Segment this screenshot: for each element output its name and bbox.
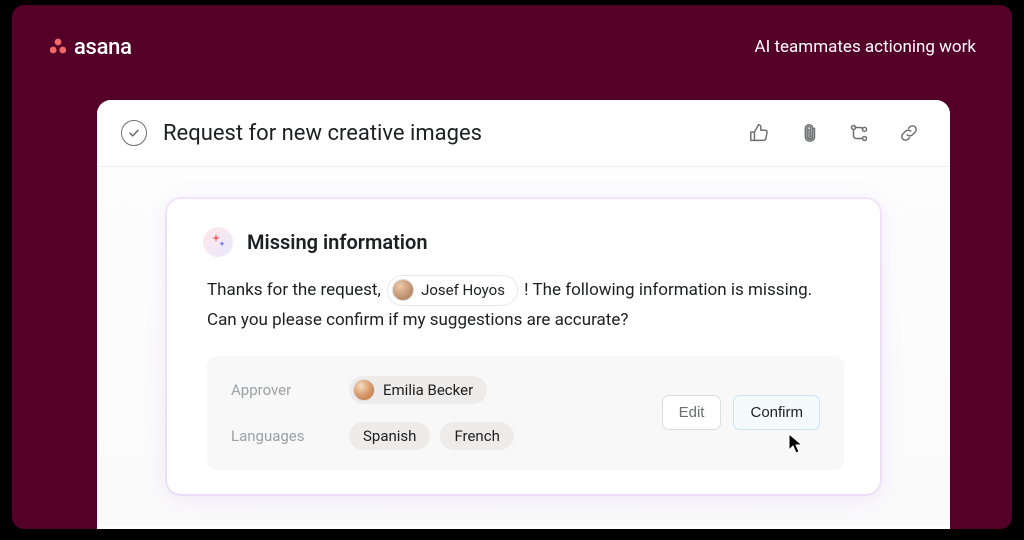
task-header-left: Request for new creative images [121,120,482,146]
ai-suggestion-card: Missing information Thanks for the reque… [167,199,880,494]
language-pill[interactable]: Spanish [349,422,430,450]
suggestion-actions: Edit Confirm [662,395,820,430]
avatar-icon [353,379,375,401]
subtask-icon[interactable] [848,122,870,144]
ai-card-header: Missing information [203,227,844,257]
approver-name: Emilia Becker [383,381,473,399]
languages-label: Languages [231,427,349,445]
approver-chip[interactable]: Emilia Becker [349,376,487,404]
task-actions [748,122,920,144]
approver-value: Emilia Becker [349,376,487,404]
like-icon[interactable] [748,122,770,144]
approver-row: Approver Emilia Becker [231,376,514,404]
mention-chip[interactable]: Josef Hoyos [387,275,518,306]
avatar-icon [392,279,414,301]
link-icon[interactable] [898,122,920,144]
suggestion-fields: Approver Emilia Becker Languages [231,376,514,450]
task-panel: Request for new creative images [97,100,950,529]
edit-button[interactable]: Edit [662,395,722,430]
complete-task-icon[interactable] [121,120,147,146]
task-title: Request for new creative images [163,121,482,146]
top-bar: asana AI teammates actioning work [12,5,1012,69]
ai-card-message: Thanks for the request, Josef Hoyos ! Th… [207,275,844,334]
app-frame: asana AI teammates actioning work Reques… [12,5,1012,529]
approver-label: Approver [231,381,349,399]
greeting-pre: Thanks for the request, [207,280,385,300]
sparkle-icon [203,227,233,257]
confirm-button[interactable]: Confirm [733,395,820,430]
attachment-icon[interactable] [798,122,820,144]
task-header: Request for new creative images [97,100,950,167]
brand: asana [48,35,132,60]
task-body: Missing information Thanks for the reque… [97,167,950,526]
language-pill[interactable]: French [440,422,513,450]
ai-card-title: Missing information [247,230,428,254]
mention-name: Josef Hoyos [421,278,505,303]
suggestion-block: Approver Emilia Becker Languages [207,356,844,470]
brand-name: asana [74,35,132,60]
asana-logo-icon [48,37,68,57]
header-tagline: AI teammates actioning work [755,37,976,57]
languages-row: Languages Spanish French [231,422,514,450]
languages-values: Spanish French [349,422,514,450]
cursor-icon [788,433,806,455]
